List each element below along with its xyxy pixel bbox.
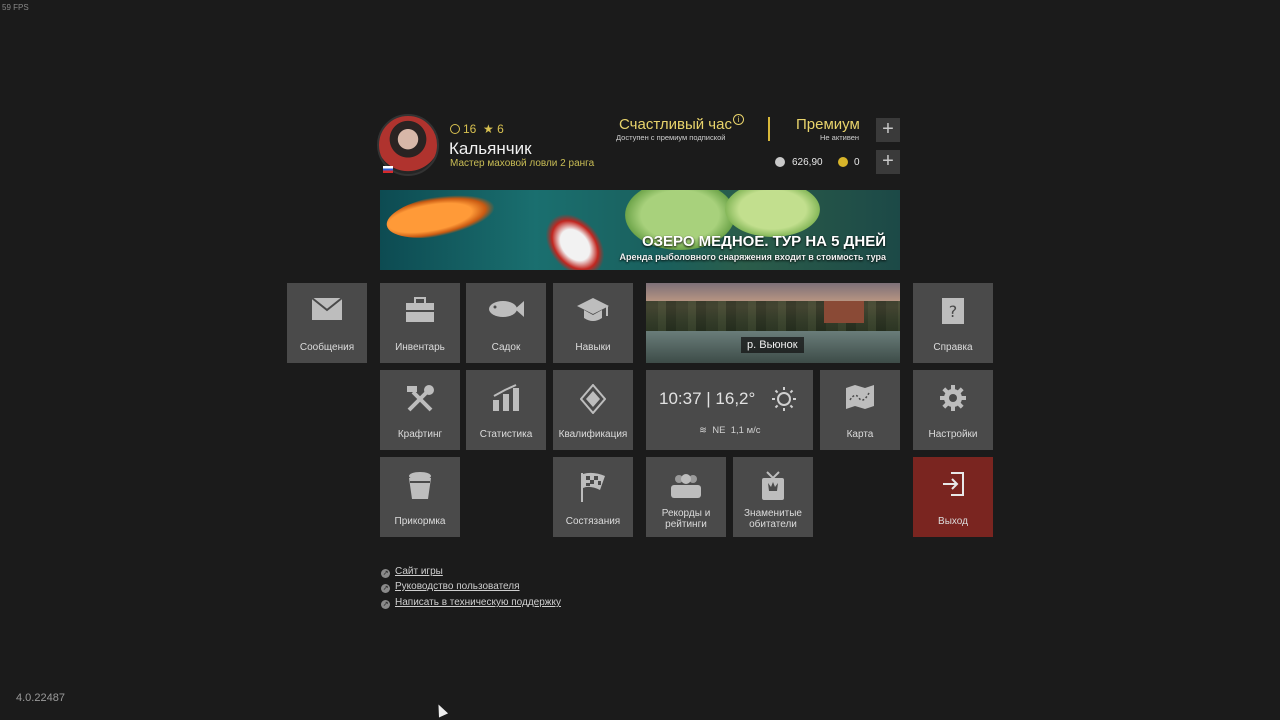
- groundbait-label: Прикормка: [394, 516, 446, 527]
- banner-subtitle: Аренда рыболовного снаряжения входит в с…: [619, 252, 886, 262]
- help-label: Справка: [933, 342, 973, 353]
- crafting-label: Крафтинг: [397, 429, 443, 440]
- bucket-icon: [409, 472, 431, 499]
- qualification-tile[interactable]: Квалификация: [553, 370, 633, 450]
- map-tile[interactable]: Карта: [820, 370, 900, 450]
- game-site-link[interactable]: Сайт игры: [395, 566, 443, 577]
- level-value: 16: [463, 122, 477, 136]
- keepnet-label: Садок: [491, 342, 521, 353]
- premium-title: Премиум: [796, 116, 860, 133]
- map-icon: [846, 385, 874, 409]
- header-divider: [768, 117, 770, 141]
- happy-hour-subtitle: Доступен с премиум подпиской: [616, 133, 726, 142]
- gold-balance: 0: [854, 157, 860, 168]
- bar-chart-icon: [493, 384, 519, 411]
- link-icon: ↗: [381, 600, 390, 609]
- records-label: Рекорды и рейтинги: [661, 508, 711, 530]
- keepnet-tile[interactable]: Садок: [466, 283, 546, 363]
- sun-icon: [772, 387, 796, 411]
- banner-title: ОЗЕРО МЕДНОЕ. ТУР НА 5 ДНЕЙ: [641, 233, 886, 250]
- user-guide-link[interactable]: Руководство пользователя: [395, 581, 520, 592]
- graduation-cap-icon: [577, 298, 609, 321]
- lily-pad: [725, 190, 820, 237]
- settings-tile[interactable]: Настройки: [913, 370, 993, 450]
- checkered-flag-icon: [581, 472, 605, 502]
- inventory-label: Инвентарь: [395, 342, 445, 353]
- link-icon: ↗: [381, 584, 390, 593]
- famous-fish-tile[interactable]: Знаменитые обитатели: [733, 457, 813, 537]
- competitions-tile[interactable]: Состязания: [553, 457, 633, 537]
- skills-tile[interactable]: Навыки: [553, 283, 633, 363]
- wind-icon: ≋: [699, 425, 707, 436]
- gold-coin-icon: [838, 157, 848, 167]
- support-link[interactable]: Написать в техническую поддержку: [395, 597, 561, 608]
- buy-currency-button[interactable]: +: [876, 150, 900, 174]
- fps-counter: 59 FPS: [2, 3, 29, 12]
- users-icon: [671, 474, 701, 498]
- help-tile[interactable]: ? Справка: [913, 283, 993, 363]
- fish-icon: [489, 301, 524, 317]
- koi-fish-white: [533, 202, 617, 270]
- player-rank: Мастер маховой ловли 2 ранга: [450, 158, 595, 169]
- level-icon: [450, 124, 460, 134]
- happy-hour-title: Счастливый час: [619, 116, 732, 133]
- player-level: 16 ★ 6: [450, 122, 504, 136]
- exit-icon: [943, 472, 964, 496]
- map-label: Карта: [846, 429, 874, 440]
- username: Кальянчик: [449, 139, 532, 158]
- records-tile[interactable]: Рекорды и рейтинги: [646, 457, 726, 537]
- time-temperature: 10:37 | 16,2°: [659, 389, 756, 408]
- wind-direction: NE: [712, 425, 726, 436]
- famous-fish-label: Знаменитые обитатели: [744, 508, 802, 530]
- diamond-icon: [580, 384, 606, 414]
- wind-info: ≋ NE 1,1 м/с: [699, 425, 761, 436]
- inventory-tile[interactable]: Инвентарь: [380, 283, 460, 363]
- help-book-icon: ?: [942, 298, 964, 324]
- link-row-guide: ↗ Руководство пользователя: [381, 581, 520, 593]
- trophy-tv-icon: [762, 471, 784, 500]
- mouse-cursor-icon: [433, 702, 449, 718]
- info-icon[interactable]: i: [733, 114, 744, 125]
- location-house: [824, 301, 864, 323]
- gear-icon: [940, 385, 966, 411]
- link-icon: ↗: [381, 569, 390, 578]
- settings-label: Настройки: [928, 429, 978, 440]
- link-row-support: ↗ Написать в техническую поддержку: [381, 597, 561, 609]
- premium-status: Не активен: [820, 133, 860, 142]
- weather-tile[interactable]: 10:37 | 16,2° ≋ NE 1,1 м/с: [646, 370, 813, 450]
- competitions-label: Состязания: [565, 516, 621, 527]
- star-icon: ★: [483, 122, 494, 136]
- silver-balance: 626,90: [792, 157, 823, 168]
- statistics-tile[interactable]: Статистика: [466, 370, 546, 450]
- messages-label: Сообщения: [299, 342, 355, 353]
- wind-speed: 1,1 м/с: [730, 425, 761, 436]
- buy-premium-button[interactable]: +: [876, 118, 900, 142]
- qualification-label: Квалификация: [558, 429, 628, 440]
- russia-flag-icon: [383, 166, 393, 173]
- crafting-tile[interactable]: Крафтинг: [380, 370, 460, 450]
- promo-banner[interactable]: ОЗЕРО МЕДНОЕ. ТУР НА 5 ДНЕЙ Аренда рыбол…: [380, 190, 900, 270]
- statistics-label: Статистика: [479, 429, 533, 440]
- version-label: 4.0.22487: [16, 692, 65, 704]
- messages-tile[interactable]: Сообщения: [287, 283, 367, 363]
- exit-tile[interactable]: Выход: [913, 457, 993, 537]
- location-name: р. Вьюнок: [741, 337, 804, 353]
- skills-label: Навыки: [575, 342, 611, 353]
- exit-label: Выход: [938, 516, 968, 527]
- koi-fish-orange: [383, 190, 499, 246]
- briefcase-icon: [406, 297, 434, 322]
- groundbait-tile[interactable]: Прикормка: [380, 457, 460, 537]
- envelope-icon: [311, 297, 343, 320]
- tools-icon: [407, 385, 434, 412]
- silver-coin-icon: [775, 157, 785, 167]
- svg-text:?: ?: [949, 302, 958, 321]
- link-row-site: ↗ Сайт игры: [381, 566, 443, 578]
- stars-value: 6: [497, 122, 504, 136]
